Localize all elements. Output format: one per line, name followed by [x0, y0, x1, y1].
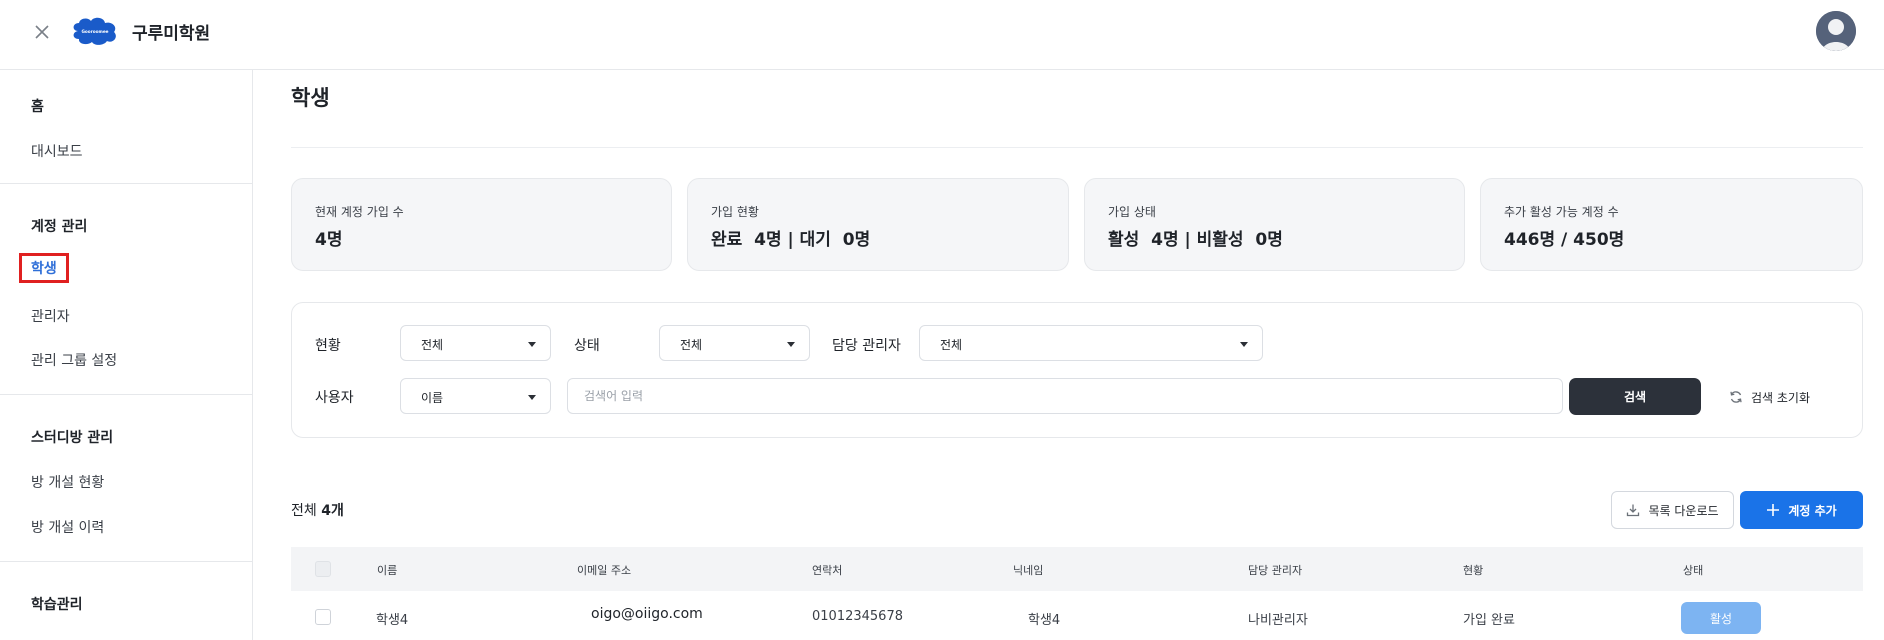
- search-input[interactable]: [567, 378, 1563, 414]
- reset-search-label: 검색 초기화: [1751, 390, 1811, 405]
- close-button[interactable]: [30, 20, 54, 44]
- manager-filter-label: 담당 관리자: [832, 338, 901, 354]
- status-filter-select[interactable]: 전체: [400, 325, 551, 361]
- stat-value: 활성 4명 | 비활성 0명: [1108, 230, 1283, 250]
- close-icon: [35, 25, 49, 39]
- sidebar-section-learning: 학습관리: [0, 562, 252, 640]
- user-field-select[interactable]: 이름: [400, 378, 551, 414]
- search-button[interactable]: 검색: [1569, 378, 1701, 415]
- state-filter-label: 상태: [574, 338, 600, 354]
- sidebar: 홈 대시보드 계정 관리 학생 관리자 관리 그룹 설정 스터디방 관리 방 개…: [0, 70, 253, 640]
- column-header-manager: 담당 관리자: [1248, 564, 1303, 577]
- stat-label: 가입 현황: [711, 205, 759, 219]
- manager-filter-value: 전체: [940, 338, 963, 352]
- add-account-button[interactable]: 계정 추가: [1740, 491, 1863, 529]
- column-header-status: 현황: [1463, 564, 1484, 577]
- add-account-label: 계정 추가: [1788, 503, 1837, 518]
- cell-email: oigo@oiigo.com: [591, 606, 703, 622]
- row-checkbox[interactable]: [315, 609, 331, 625]
- column-header-phone: 연락처: [812, 564, 843, 577]
- stat-card-total-accounts: 현재 계정 가입 수 4명: [291, 178, 672, 271]
- reset-search-button[interactable]: 검색 초기화: [1729, 387, 1810, 407]
- sidebar-item-room-status[interactable]: 방 개설 현황: [31, 472, 104, 492]
- total-count-value: 4개: [321, 503, 344, 519]
- stat-label: 가입 상태: [1108, 205, 1156, 219]
- sidebar-heading-learning: 학습관리: [31, 597, 83, 613]
- status-filter-label: 현황: [315, 338, 341, 354]
- select-all-checkbox[interactable]: [315, 561, 331, 577]
- cell-manager: 나비관리자: [1248, 613, 1308, 628]
- stat-label: 현재 계정 가입 수: [315, 205, 404, 219]
- filter-panel: 현황 전체 상태 전체 담당 관리자 전체 사용자 이름 검색 검색 초기화: [291, 302, 1863, 438]
- user-filter-label: 사용자: [315, 390, 354, 406]
- sidebar-heading-home: 홈: [31, 99, 44, 115]
- chevron-down-icon: [528, 342, 536, 347]
- column-header-nickname: 닉네임: [1013, 564, 1044, 577]
- total-prefix: 전체: [291, 503, 317, 519]
- sidebar-section-account: 계정 관리 학생 관리자 관리 그룹 설정: [0, 184, 252, 395]
- sidebar-item-dashboard[interactable]: 대시보드: [31, 141, 83, 161]
- state-badge[interactable]: 활성: [1681, 602, 1761, 634]
- download-icon: [1627, 504, 1640, 517]
- table-row[interactable]: 학생4 oigo@oiigo.com 01012345678 학생4 나비관리자…: [291, 591, 1863, 640]
- stat-value: 4명: [315, 230, 343, 250]
- user-field-value: 이름: [421, 391, 444, 405]
- svg-text:Gooroomee: Gooroomee: [81, 29, 108, 34]
- stat-card-available-accounts: 추가 활성 가능 계정 수 446명 / 450명: [1480, 178, 1863, 271]
- stat-label: 추가 활성 가능 계정 수: [1504, 205, 1619, 219]
- download-list-label: 목록 다운로드: [1648, 503, 1719, 518]
- chevron-down-icon: [787, 342, 795, 347]
- cell-name: 학생4: [376, 613, 409, 628]
- user-avatar[interactable]: [1816, 11, 1856, 51]
- sidebar-item-admins[interactable]: 관리자: [31, 306, 70, 326]
- sidebar-section-home: 홈 대시보드: [0, 70, 252, 184]
- state-filter-value: 전체: [680, 338, 703, 352]
- stat-value: 446명 / 450명: [1504, 230, 1625, 250]
- total-count: 전체 4개: [291, 500, 344, 520]
- manager-filter-select[interactable]: 전체: [919, 325, 1263, 361]
- user-avatar-icon: [1816, 11, 1856, 51]
- sidebar-section-studyroom: 스터디방 관리 방 개설 현황 방 개설 이력: [0, 395, 252, 562]
- chevron-down-icon: [1240, 342, 1248, 347]
- app-logo: Gooroomee: [73, 17, 116, 45]
- page-title: 학생: [291, 86, 330, 110]
- chevron-down-icon: [528, 395, 536, 400]
- title-divider: [291, 147, 1863, 148]
- sidebar-item-students[interactable]: 학생: [19, 253, 69, 283]
- sidebar-heading-account: 계정 관리: [31, 219, 88, 235]
- app-title: 구루미학원: [132, 24, 211, 44]
- stat-card-join-status: 가입 현황 완료 4명 | 대기 0명: [687, 178, 1069, 271]
- sidebar-heading-studyroom: 스터디방 관리: [31, 430, 114, 446]
- sidebar-item-room-history[interactable]: 방 개설 이력: [31, 517, 104, 537]
- column-header-name: 이름: [377, 564, 398, 577]
- status-filter-value: 전체: [421, 338, 444, 352]
- cell-status: 가입 완료: [1463, 613, 1515, 628]
- download-list-button[interactable]: 목록 다운로드: [1611, 491, 1734, 529]
- refresh-icon: [1730, 391, 1742, 403]
- state-filter-select[interactable]: 전체: [659, 325, 810, 361]
- stat-value: 완료 4명 | 대기 0명: [711, 230, 871, 250]
- cell-nickname: 학생4: [1028, 613, 1061, 628]
- plus-icon: [1767, 504, 1780, 516]
- column-header-state: 상태: [1683, 564, 1704, 577]
- cell-phone: 01012345678: [812, 609, 903, 624]
- top-bar: Gooroomee 구루미학원: [0, 0, 1884, 70]
- sidebar-item-group-settings[interactable]: 관리 그룹 설정: [31, 350, 117, 370]
- table-header: 이름 이메일 주소 연락처 닉네임 담당 관리자 현황 상태: [291, 547, 1863, 591]
- column-header-email: 이메일 주소: [577, 564, 632, 577]
- stat-card-active-state: 가입 상태 활성 4명 | 비활성 0명: [1084, 178, 1465, 271]
